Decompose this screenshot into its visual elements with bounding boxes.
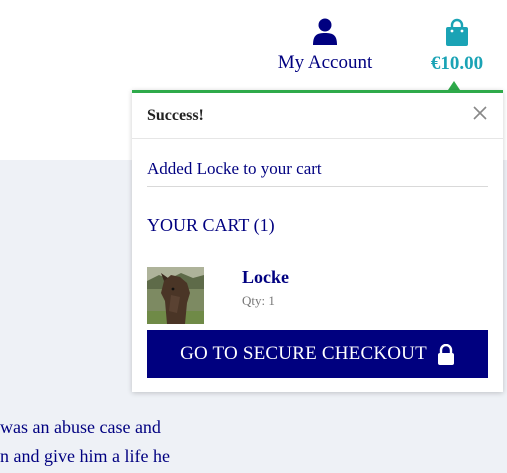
- popup-header: Success!: [132, 93, 503, 139]
- shopping-bag-icon: [446, 18, 468, 46]
- cart-item-name[interactable]: Locke: [242, 267, 289, 288]
- checkout-label: GO TO SECURE CHECKOUT: [180, 343, 427, 364]
- cart-popup: Success! Added Locke to your cart YOUR C…: [132, 90, 503, 392]
- cart-link[interactable]: €10.00: [424, 18, 490, 75]
- article-line: n and give him a life he: [0, 446, 170, 466]
- popup-pointer: [448, 81, 460, 90]
- added-message: Added Locke to your cart: [147, 159, 322, 178]
- user-icon: [313, 18, 337, 45]
- article-text: was an abuse case and n and give him a l…: [0, 413, 200, 471]
- divider: [147, 186, 488, 187]
- horse-thumbnail[interactable]: [147, 267, 204, 324]
- cart-total: €10.00: [430, 53, 484, 74]
- close-icon[interactable]: [471, 104, 489, 122]
- lock-icon: [437, 343, 454, 365]
- article-line: was an abuse case and: [0, 417, 161, 437]
- popup-title: Success!: [147, 107, 204, 124]
- my-account-label: My Account: [277, 52, 373, 73]
- cart-heading: YOUR CART (1): [147, 215, 275, 235]
- cart-item-qty: Qty: 1: [242, 293, 275, 308]
- my-account-link[interactable]: My Account: [272, 18, 378, 74]
- checkout-button[interactable]: GO TO SECURE CHECKOUT: [147, 330, 488, 378]
